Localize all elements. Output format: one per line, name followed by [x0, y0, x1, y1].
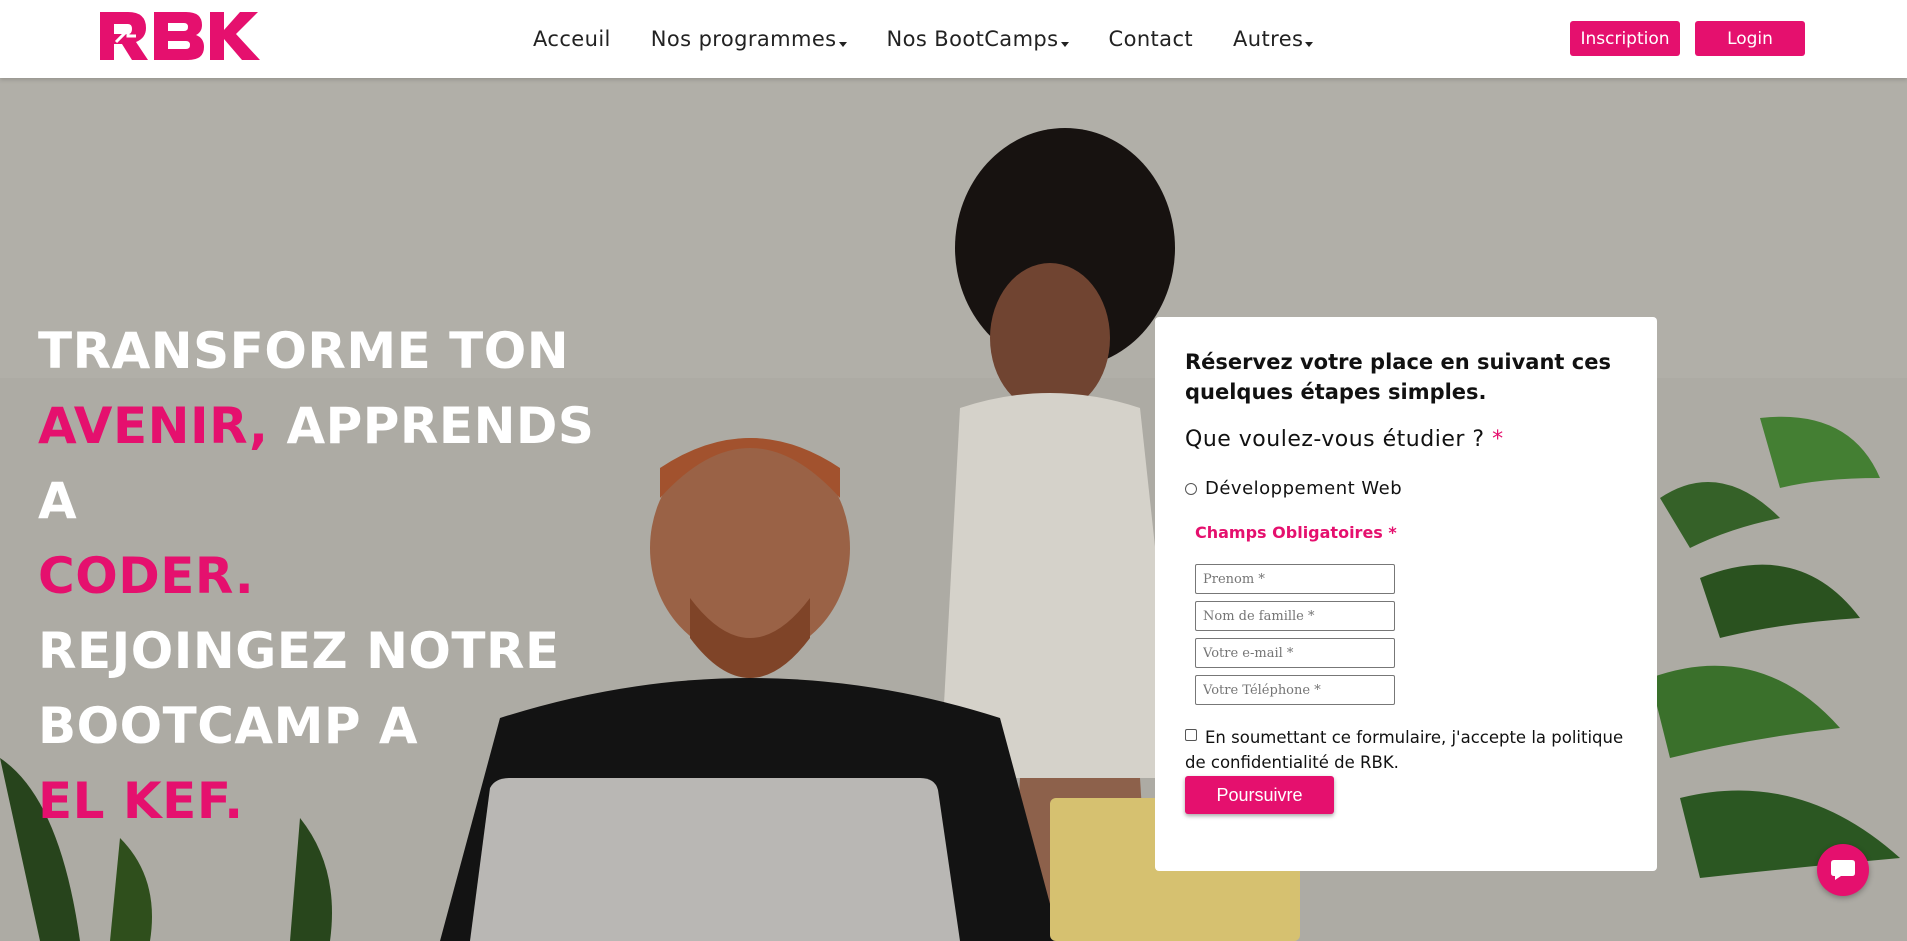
hero-line-5: BOOTCAMP A [38, 697, 419, 755]
nav-acceuil[interactable]: Acceuil [533, 27, 611, 51]
consent-row: En soumettant ce formulaire, j'accepte l… [1185, 725, 1635, 775]
caret-down-icon [1060, 42, 1069, 47]
chat-bubble-icon [1831, 860, 1855, 880]
caret-down-icon [1305, 42, 1314, 47]
login-button[interactable]: Login [1695, 21, 1805, 56]
hero-line-2: AVENIR, APPRENDS A [38, 397, 595, 530]
hero-line-3: CODER. [38, 547, 255, 605]
required-fields-note: Champs Obligatoires * [1195, 523, 1397, 542]
consent-checkbox[interactable] [1185, 729, 1197, 741]
form-heading: Réservez votre place en suivant ces quel… [1185, 350, 1611, 404]
nav-nos-programmes[interactable]: Nos programmes [651, 27, 847, 51]
radio-button[interactable] [1185, 482, 1197, 495]
option-web-development[interactable]: Développement Web [1185, 478, 1402, 499]
main-nav: Acceuil Nos programmes Nos BootCamps Con… [533, 0, 1353, 78]
study-question: Que voulez-vous étudier ? * [1185, 427, 1504, 452]
consent-text: En soumettant ce formulaire, j'accepte l… [1185, 728, 1624, 772]
email-field[interactable] [1195, 638, 1395, 668]
inscription-button[interactable]: Inscription [1570, 21, 1680, 56]
phone-field[interactable] [1195, 675, 1395, 705]
last-name-field[interactable] [1195, 601, 1395, 631]
rbk-logo[interactable] [98, 8, 260, 62]
chat-widget-button[interactable] [1817, 844, 1869, 896]
reservation-form: Réservez votre place en suivant ces quel… [1155, 317, 1657, 871]
top-navbar: Acceuil Nos programmes Nos BootCamps Con… [0, 0, 1907, 78]
hero-line-6: EL KEF. [38, 772, 244, 830]
submit-button[interactable]: Poursuivre [1185, 776, 1334, 814]
caret-down-icon [838, 42, 847, 47]
nav-autres[interactable]: Autres [1233, 27, 1314, 51]
hero-line-4: REJOINGEZ NOTRE [38, 622, 560, 680]
hero-line-1: TRANSFORME TON [38, 322, 570, 380]
hero-headline: TRANSFORME TON AVENIR, APPRENDS A CODER.… [38, 314, 598, 839]
first-name-field[interactable] [1195, 564, 1395, 594]
nav-nos-bootcamps[interactable]: Nos BootCamps [887, 27, 1069, 51]
nav-contact[interactable]: Contact [1109, 27, 1194, 51]
